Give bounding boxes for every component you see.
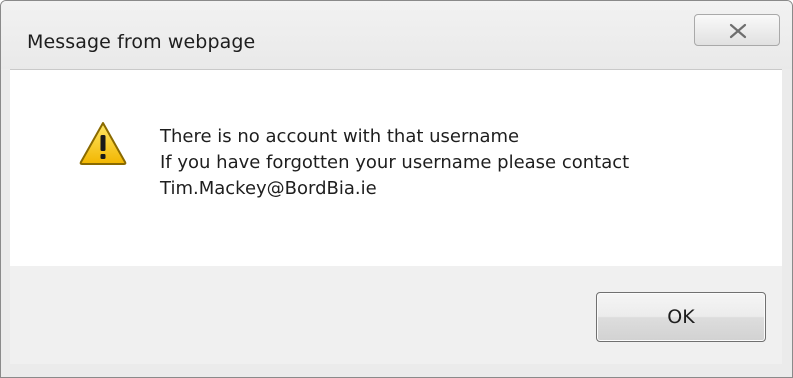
message-line: There is no account with that username: [160, 126, 520, 147]
message-area: There is no account with that username I…: [10, 69, 782, 266]
close-button[interactable]: [694, 14, 780, 46]
close-icon: [729, 23, 747, 39]
message-line: If you have forgotten your username plea…: [160, 152, 630, 173]
ok-button[interactable]: OK: [596, 292, 766, 342]
dialog-title: Message from webpage: [27, 31, 256, 53]
message-dialog: Message from webpage There is no account…: [0, 0, 793, 378]
title-bar[interactable]: Message from webpage: [1, 1, 792, 69]
message-text: There is no account with that username I…: [160, 124, 629, 202]
message-line: Tim.Mackey@BordBia.ie: [160, 178, 377, 199]
button-area: OK: [10, 266, 782, 364]
warning-icon: [79, 122, 127, 165]
